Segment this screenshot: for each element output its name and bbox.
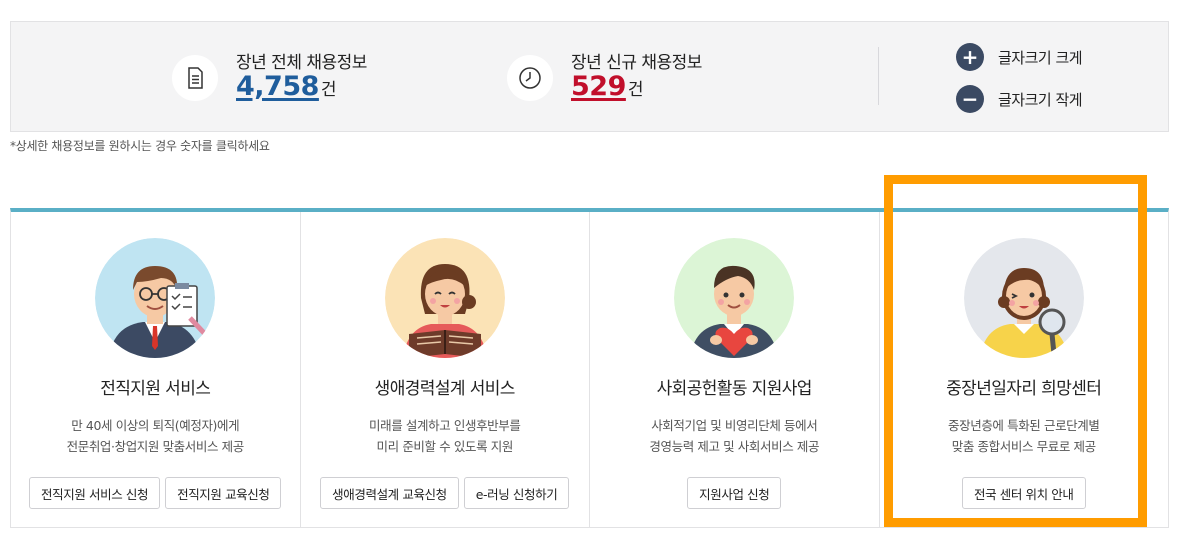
minus-icon: − <box>956 85 984 113</box>
job-stats-bar: 장년 전체 채용정보 4,758 건 장년 신규 채용정보 529 건 + 글자크기… <box>10 21 1169 132</box>
man-holding-heart-illustration <box>674 238 795 358</box>
card-description-line: 미리 준비할 수 있도록 지원 <box>376 439 514 454</box>
new-jobs-label: 장년 신규 채용정보 <box>571 53 702 73</box>
card-title: 전직지원 서비스 <box>100 379 211 399</box>
new-jobs-unit: 건 <box>627 80 644 100</box>
card-life-career-design: 생애경력설계 서비스 미래를 설계하고 인생후반부를 미리 준비할 수 있도록 … <box>301 212 590 527</box>
woman-reading-book-illustration <box>384 238 505 358</box>
card-title: 생애경력설계 서비스 <box>374 379 516 399</box>
new-jobs-count-link[interactable]: 529 <box>571 71 626 102</box>
card-description-line: 만 40세 이상의 퇴직(예정자)에게 <box>71 418 240 433</box>
font-size-decrease-label: 글자크기 작게 <box>998 90 1083 109</box>
card-description-line: 맞춤 종합서비스 무료로 제공 <box>951 439 1096 454</box>
life-career-education-button[interactable]: 생애경력설계 교육신청 <box>320 477 459 509</box>
support-program-apply-button[interactable]: 지원사업 신청 <box>687 477 782 509</box>
font-size-increase-label: 글자크기 크게 <box>998 48 1083 67</box>
total-jobs-count-link[interactable]: 4,758 <box>236 71 319 102</box>
card-description-line: 미래를 설계하고 인생후반부를 <box>369 418 521 433</box>
card-description-line: 중장년층에 특화된 근로단계별 <box>948 418 1100 433</box>
card-description-line: 전문취업·창업지원 맞춤서비스 제공 <box>66 439 245 454</box>
total-jobs-label: 장년 전체 채용정보 <box>236 53 367 73</box>
career-transition-education-button[interactable]: 전직지원 교육신청 <box>165 477 282 509</box>
man-with-clipboard-illustration <box>95 238 216 358</box>
document-icon <box>172 55 218 101</box>
font-size-decrease-button[interactable]: − 글자크기 작게 <box>956 85 1083 113</box>
card-title: 사회공헌활동 지원사업 <box>656 379 813 399</box>
service-cards: 전직지원 서비스 만 40세 이상의 퇴직(예정자)에게 전문취업·창업지원 맞… <box>10 208 1169 528</box>
career-transition-apply-button[interactable]: 전직지원 서비스 신청 <box>29 477 161 509</box>
card-description: 만 40세 이상의 퇴직(예정자)에게 전문취업·창업지원 맞춤서비스 제공 <box>11 415 300 457</box>
card-description-line: 경영능력 제고 및 사회서비스 제공 <box>649 439 820 454</box>
card-midcareer-job-hope-center: 중장년일자리 희망센터 중장년층에 특화된 근로단계별 맞춤 종합서비스 무료로… <box>880 212 1169 527</box>
total-jobs-unit: 건 <box>320 80 337 100</box>
card-description: 중장년층에 특화된 근로단계별 맞춤 종합서비스 무료로 제공 <box>880 415 1169 457</box>
plus-icon: + <box>956 43 984 71</box>
woman-with-magnifier-illustration <box>963 238 1084 358</box>
clock-icon <box>507 55 553 101</box>
font-size-increase-button[interactable]: + 글자크기 크게 <box>956 43 1083 71</box>
card-title: 중장년일자리 희망센터 <box>946 379 1102 399</box>
card-career-transition: 전직지원 서비스 만 40세 이상의 퇴직(예정자)에게 전문취업·창업지원 맞… <box>11 212 301 527</box>
card-description: 사회적기업 및 비영리단체 등에서 경영능력 제고 및 사회서비스 제공 <box>590 415 879 457</box>
card-social-contribution: 사회공헌활동 지원사업 사회적기업 및 비영리단체 등에서 경영능력 제고 및 … <box>590 212 880 527</box>
divider <box>878 47 879 105</box>
notice-text: *상세한 채용정보를 원하시는 경우 숫자를 클릭하세요 <box>10 139 270 153</box>
card-description-line: 사회적기업 및 비영리단체 등에서 <box>651 418 818 433</box>
center-location-guide-button[interactable]: 전국 센터 위치 안내 <box>961 477 1086 509</box>
e-learning-apply-button[interactable]: e-러닝 신청하기 <box>463 477 570 509</box>
card-description: 미래를 설계하고 인생후반부를 미리 준비할 수 있도록 지원 <box>301 415 590 457</box>
